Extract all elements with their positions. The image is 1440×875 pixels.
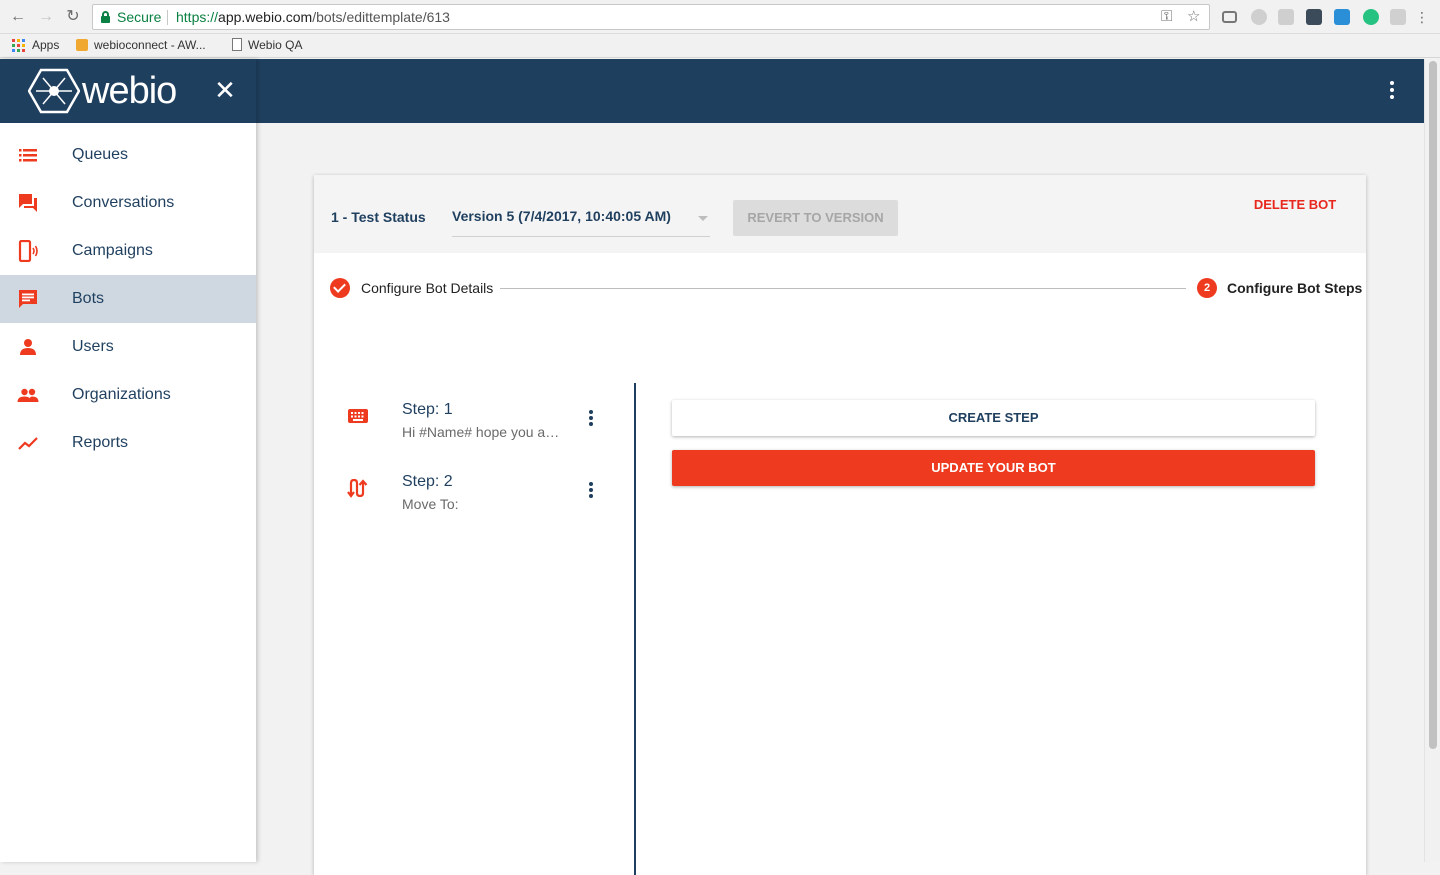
grammarly-icon[interactable] — [1363, 9, 1379, 25]
more-vert-icon[interactable] — [586, 481, 596, 503]
bookmark-webio-qa[interactable]: Webio QA — [248, 34, 302, 58]
sidebar-item-label: Users — [72, 338, 114, 355]
back-icon[interactable]: ← — [9, 8, 27, 26]
star-icon[interactable]: ☆ — [1187, 5, 1200, 29]
app-root: webio ✕ Queues Conversations Campaigns B… — [0, 59, 1424, 875]
box-icon — [76, 39, 88, 51]
webio-logo-icon — [28, 68, 80, 114]
delete-bot-button[interactable]: DELETE BOT — [1244, 191, 1346, 219]
stepper-step-1-label[interactable]: Configure Bot Details — [361, 280, 493, 296]
sidebar-item-organizations[interactable]: Organizations — [0, 371, 256, 419]
extension-dark-icon[interactable] — [1306, 9, 1322, 25]
person-icon — [20, 339, 36, 355]
page-icon — [232, 38, 242, 51]
browser-toolbar: ← → ↻ Secure https://app.webio.com/bots/… — [0, 0, 1440, 34]
step-title: Step: 1 — [402, 401, 453, 418]
version-select[interactable]: Version 5 (7/4/2017, 10:40:05 AM) — [452, 201, 710, 237]
key-icon[interactable]: ⚿ — [1161, 5, 1172, 29]
sidebar-item-label: Reports — [72, 434, 129, 451]
move-icon — [347, 478, 368, 498]
people-icon — [17, 388, 39, 402]
apps-grid-icon — [12, 39, 25, 52]
step-title: Step: 2 — [402, 473, 453, 490]
close-icon[interactable]: ✕ — [212, 77, 238, 103]
sidebar-item-label: Bots — [72, 290, 105, 307]
sidebar-item-label: Campaigns — [72, 242, 153, 259]
more-vert-icon[interactable] — [586, 409, 596, 431]
extension-circle-icon[interactable] — [1251, 9, 1267, 25]
extension-g-icon[interactable] — [1390, 9, 1406, 25]
bot-editor-card: 1 - Test Status Version 5 (7/4/2017, 10:… — [314, 175, 1366, 875]
lock-icon — [101, 11, 110, 23]
sidebar-item-reports[interactable]: Reports — [0, 419, 256, 467]
address-bar[interactable]: Secure https://app.webio.com/bots/editte… — [92, 4, 1210, 30]
url-text: https://app.webio.com/bots/edittemplate/… — [176, 9, 450, 25]
panel-divider — [634, 383, 636, 875]
sidebar-item-conversations[interactable]: Conversations — [0, 179, 256, 227]
chat-icon — [19, 194, 37, 212]
update-bot-button[interactable]: UPDATE YOUR BOT — [672, 450, 1315, 486]
chrome-menu-icon[interactable]: ⋮ — [1413, 8, 1431, 26]
message-icon — [19, 290, 37, 308]
sidebar-item-users[interactable]: Users — [0, 323, 256, 371]
keyboard-icon — [348, 409, 368, 423]
stepper-step-2-number: 2 — [1197, 278, 1217, 298]
list-icon — [19, 149, 37, 162]
extension-w-icon[interactable] — [1334, 9, 1350, 25]
stepper-connector — [500, 288, 1186, 289]
bot-status-label: 1 - Test Status — [331, 209, 426, 225]
version-selected-value: Version 5 (7/4/2017, 10:40:05 AM) — [452, 208, 671, 224]
sidebar-item-bots[interactable]: Bots — [0, 275, 256, 323]
bookmark-webioconnect[interactable]: webioconnect - AW... — [94, 34, 206, 58]
bookmarks-bar: Apps webioconnect - AW... Webio QA — [0, 34, 1440, 58]
sidebar-item-label: Queues — [72, 146, 129, 163]
list-item[interactable]: Step: 1 Hi #Name# hope you are well — [314, 383, 634, 455]
secure-label: Secure — [117, 9, 162, 25]
check-icon — [330, 278, 350, 298]
list-item[interactable]: Step: 2 Move To: — [314, 455, 634, 527]
sidebar-item-label: Organizations — [72, 386, 171, 403]
brand-name: webio — [82, 70, 177, 112]
phone-ring-icon — [18, 240, 38, 262]
stepper-step-2-label[interactable]: Configure Bot Steps — [1227, 280, 1362, 296]
revert-to-version-button[interactable]: REVERT TO VERSION — [733, 200, 898, 236]
sidebar-header: webio ✕ — [0, 59, 256, 123]
bot-steps-list: Step: 1 Hi #Name# hope you are well Step… — [314, 383, 634, 527]
cast-icon[interactable] — [1222, 11, 1237, 23]
sidebar-item-label: Conversations — [72, 194, 175, 211]
sidebar: webio ✕ Queues Conversations Campaigns B… — [0, 59, 256, 862]
reload-icon[interactable]: ↻ — [64, 8, 82, 26]
wizard-stepper: Configure Bot Details 2 Configure Bot St… — [314, 253, 1366, 325]
sidebar-nav: Queues Conversations Campaigns Bots User… — [0, 131, 256, 467]
step-subtitle: Hi #Name# hope you are well — [402, 424, 562, 440]
trend-icon — [18, 437, 38, 450]
drive-icon[interactable] — [1278, 9, 1294, 25]
sidebar-item-queues[interactable]: Queues — [0, 131, 256, 179]
create-step-button[interactable]: CREATE STEP — [672, 400, 1315, 436]
forward-icon[interactable]: → — [37, 8, 55, 26]
page-scrollbar[interactable] — [1424, 59, 1440, 862]
chevron-down-icon — [698, 216, 708, 221]
sidebar-item-campaigns[interactable]: Campaigns — [0, 227, 256, 275]
bot-version-bar: 1 - Test Status Version 5 (7/4/2017, 10:… — [314, 175, 1366, 253]
step-subtitle: Move To: — [402, 496, 459, 512]
header-more-icon[interactable] — [1384, 79, 1400, 103]
scrollbar-thumb[interactable] — [1429, 61, 1437, 749]
bookmark-apps[interactable]: Apps — [32, 34, 59, 58]
